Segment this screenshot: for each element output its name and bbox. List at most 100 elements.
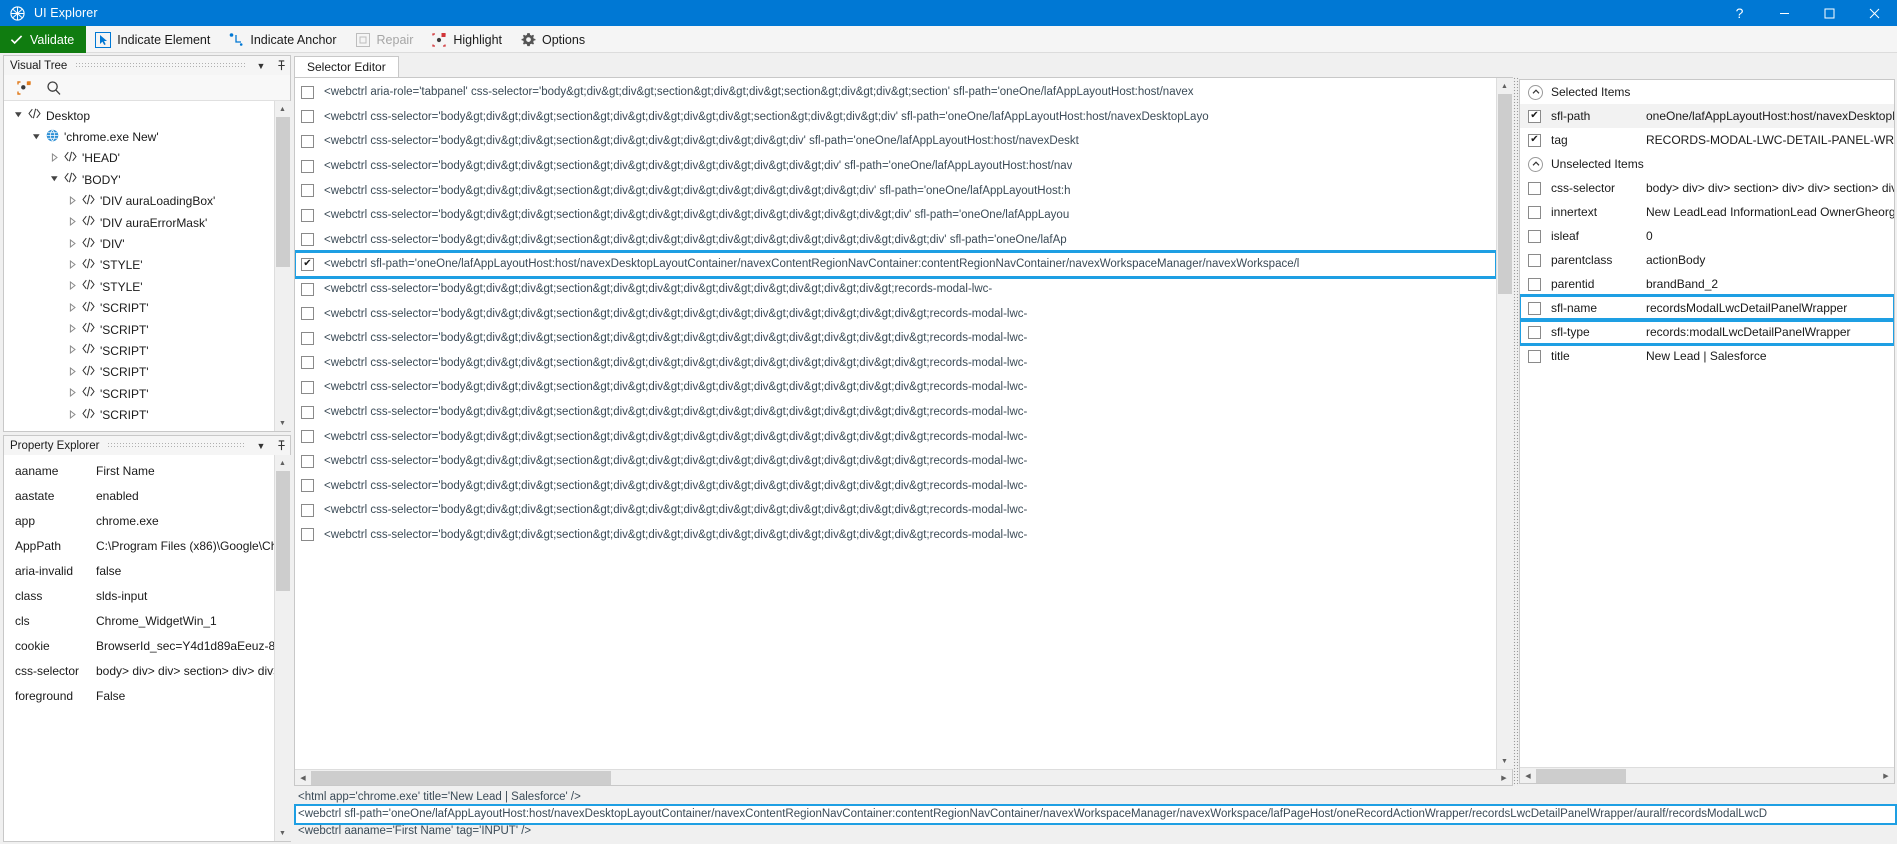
visual-tree-scroll-thumb[interactable]: [275, 117, 290, 267]
attribute-checkbox[interactable]: [1528, 205, 1541, 219]
attribute-checkbox[interactable]: [1528, 301, 1541, 315]
tree-node[interactable]: 'HEAD': [4, 148, 274, 169]
attribute-row[interactable]: sfl-path oneOne/lafAppLayoutHost:host/nav…: [1520, 104, 1894, 128]
selector-row-checkbox[interactable]: [301, 282, 314, 296]
selector-row[interactable]: <webctrl css-selector='body&gt;div&gt;di…: [295, 375, 1496, 400]
selector-row-checkbox[interactable]: [301, 503, 314, 517]
selector-row-checkbox[interactable]: [301, 331, 314, 345]
selector-row-checkbox[interactable]: [301, 528, 314, 542]
scroll-down-icon[interactable]: ▼: [274, 415, 291, 431]
scroll-down-icon[interactable]: ▼: [274, 825, 291, 841]
attribute-group-header[interactable]: Unselected Items: [1520, 152, 1894, 176]
attributes-hscroll-track[interactable]: [1536, 768, 1878, 784]
selector-row[interactable]: <webctrl css-selector='body&gt;div&gt;di…: [295, 424, 1496, 449]
attribute-checkbox[interactable]: [1528, 325, 1541, 339]
selector-row-checkbox[interactable]: [301, 257, 314, 271]
attributes-hscroll-thumb[interactable]: [1536, 768, 1626, 783]
scroll-up-icon[interactable]: ▲: [1496, 78, 1513, 94]
property-row[interactable]: AppPath C:\Program Files (x86)\Google\Chr…: [4, 533, 274, 558]
tree-expand-arrow-icon[interactable]: [66, 409, 79, 421]
property-row[interactable]: css-selector body> div> div> section> div…: [4, 658, 274, 683]
visual-tree-list[interactable]: Desktop 'chrome.exe New' 'HEAD' 'BODY' 'DIV …: [4, 101, 274, 431]
search-icon[interactable]: [46, 80, 62, 96]
selector-row-checkbox[interactable]: [301, 307, 314, 321]
selector-row-checkbox[interactable]: [301, 430, 314, 444]
tree-node[interactable]: 'DIV auraLoadingBox': [4, 191, 274, 212]
tree-node[interactable]: Desktop: [4, 105, 274, 126]
xml-preview-line[interactable]: <webctrl aaname='First Name' tag='INPUT'…: [296, 823, 1895, 840]
selector-row[interactable]: <webctrl css-selector='body&gt;div&gt;di…: [295, 449, 1496, 474]
selector-row-checkbox[interactable]: [301, 134, 314, 148]
property-row[interactable]: foreground False: [4, 683, 274, 708]
attribute-row[interactable]: parentclass actionBody: [1520, 248, 1894, 272]
tree-expand-arrow-icon[interactable]: [66, 324, 79, 335]
selector-row[interactable]: <webctrl css-selector='body&gt;div&gt;di…: [295, 400, 1496, 425]
attribute-checkbox[interactable]: [1528, 181, 1541, 195]
xml-preview-line-selected[interactable]: <webctrl sfl-path='oneOne/lafAppLayoutHo…: [294, 804, 1897, 825]
scroll-right-icon[interactable]: ▶: [1496, 770, 1512, 786]
attribute-group-header[interactable]: Selected Items: [1520, 80, 1894, 104]
tree-collapse-arrow-icon[interactable]: [30, 132, 43, 143]
tree-expand-arrow-icon[interactable]: [66, 388, 79, 399]
tree-expand-arrow-icon[interactable]: [66, 238, 79, 250]
selector-row-checkbox[interactable]: [301, 184, 314, 198]
selector-row[interactable]: <webctrl css-selector='body&gt;div&gt;di…: [295, 203, 1496, 228]
attribute-row[interactable]: sfl-type records:modalLwcDetailPanelWrapp…: [1520, 318, 1894, 346]
selector-row-checkbox[interactable]: [301, 454, 314, 468]
chevron-up-icon[interactable]: [1528, 156, 1543, 172]
tree-collapse-arrow-icon[interactable]: [12, 110, 25, 121]
selector-scroll-track[interactable]: [1496, 94, 1513, 753]
selector-row-checkbox[interactable]: [301, 380, 314, 394]
tree-node[interactable]: 'STYLE': [4, 255, 274, 276]
attribute-row[interactable]: title New Lead | Salesforce: [1520, 344, 1894, 368]
selector-vscrollbar[interactable]: ▲ ▼: [1496, 78, 1513, 769]
property-row[interactable]: cookie BrowserId_sec=Y4d1d89aEeuz-8X9XNyW…: [4, 633, 274, 658]
attribute-checkbox[interactable]: [1528, 349, 1541, 363]
selector-hscroll-track[interactable]: [311, 770, 1496, 786]
property-list[interactable]: aaname First Name aastate enabled app chrome.…: [4, 455, 274, 841]
tree-expand-arrow-icon[interactable]: [66, 345, 79, 356]
visual-tree-scroll-track[interactable]: [274, 117, 291, 415]
property-explorer-dropdown-icon[interactable]: ▼: [254, 439, 268, 453]
selector-row[interactable]: <webctrl css-selector='body&gt;div&gt;di…: [295, 105, 1496, 130]
selector-hscrollbar[interactable]: ◀ ▶: [295, 769, 1512, 785]
property-row[interactable]: aaname First Name: [4, 458, 274, 483]
property-row[interactable]: cls Chrome_WidgetWin_1: [4, 608, 274, 633]
selector-row-checkbox[interactable]: [301, 405, 314, 419]
selector-row-checkbox[interactable]: [301, 479, 314, 493]
tree-node[interactable]: 'chrome.exe New': [4, 126, 274, 147]
visual-tree-vscrollbar[interactable]: ▲ ▼: [274, 101, 291, 431]
visual-tree-pin-icon[interactable]: [274, 59, 288, 73]
selector-row[interactable]: <webctrl css-selector='body&gt;div&gt;di…: [295, 326, 1496, 351]
selector-row[interactable]: <webctrl css-selector='body&gt;div&gt;di…: [295, 523, 1496, 548]
tree-expand-arrow-icon[interactable]: [66, 302, 79, 314]
selector-row[interactable]: <webctrl css-selector='body&gt;div&gt;di…: [295, 351, 1496, 376]
attribute-checkbox[interactable]: [1528, 109, 1541, 123]
selector-row-checkbox[interactable]: [301, 159, 314, 173]
property-row[interactable]: class slds-input: [4, 583, 274, 608]
selector-row[interactable]: <webctrl css-selector='body&gt;div&gt;di…: [295, 277, 1496, 302]
close-button[interactable]: [1852, 0, 1897, 26]
selector-row-checkbox[interactable]: [301, 233, 314, 247]
selector-row-checkbox[interactable]: [301, 85, 314, 99]
selector-row[interactable]: <webctrl css-selector='body&gt;div&gt;di…: [295, 129, 1496, 154]
tree-node[interactable]: 'SCRIPT': [4, 383, 274, 404]
tree-node[interactable]: 'BODY': [4, 169, 274, 190]
selector-row-checkbox[interactable]: [301, 208, 314, 222]
attribute-row[interactable]: tag RECORDS-MODAL-LWC-DETAIL-PANEL-WRAPPE…: [1520, 128, 1894, 152]
tree-node[interactable]: 'SCRIPT': [4, 404, 274, 425]
attributes-list[interactable]: Selected Items sfl-path oneOne/lafAppLayou…: [1520, 80, 1894, 767]
tree-node[interactable]: 'SCRIPT': [4, 362, 274, 383]
scroll-right-icon[interactable]: ▶: [1878, 768, 1894, 784]
tree-expand-arrow-icon[interactable]: [66, 259, 79, 271]
selector-row[interactable]: <webctrl css-selector='body&gt;div&gt;di…: [295, 301, 1496, 326]
property-row[interactable]: app chrome.exe: [4, 508, 274, 533]
scroll-up-icon[interactable]: ▲: [274, 455, 291, 471]
options-button[interactable]: Options: [511, 26, 594, 53]
scroll-up-icon[interactable]: ▲: [274, 101, 291, 117]
scroll-left-icon[interactable]: ◀: [1520, 768, 1536, 784]
selector-hscroll-thumb[interactable]: [311, 770, 611, 785]
repair-button[interactable]: Repair: [346, 26, 423, 53]
selector-row[interactable]: <webctrl css-selector='body&gt;div&gt;di…: [295, 178, 1496, 203]
highlight-button[interactable]: Highlight: [422, 26, 511, 53]
